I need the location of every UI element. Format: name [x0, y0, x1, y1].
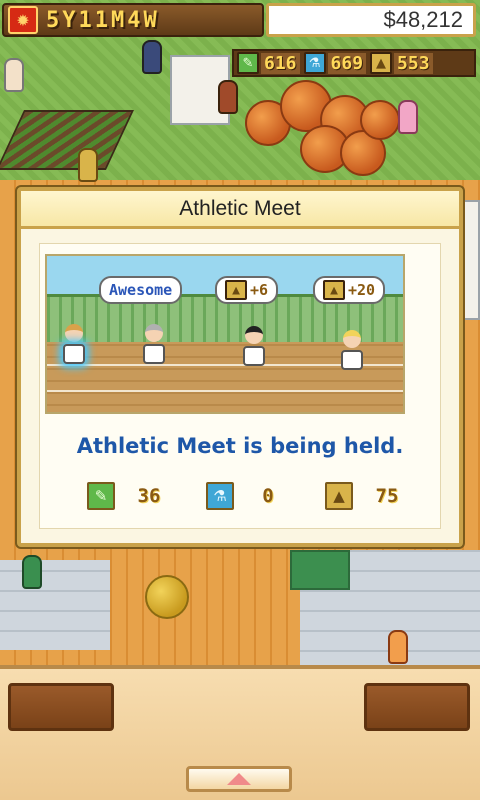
menu-toggle-button[interactable] — [186, 766, 292, 792]
resource-bar: ✎ 616 ⚗ 669 ▲ 553 — [232, 49, 476, 77]
character-sprite[interactable] — [22, 555, 42, 589]
bottom-panel — [0, 665, 480, 800]
event-scene-image: Awesome ▲ +6 ▲ +20 — [45, 254, 405, 414]
yellow-bush — [145, 575, 189, 619]
resource-value: 669 — [327, 52, 367, 74]
right-action-button[interactable] — [364, 683, 470, 731]
reward-brain: ▲ 75 — [325, 482, 407, 510]
track-lane-line — [47, 390, 403, 392]
resource-technique: ⚗ 669 — [303, 52, 367, 74]
reward-study: ✎ 36 — [87, 482, 169, 510]
character-sprite[interactable] — [142, 40, 162, 74]
character-sprite[interactable] — [388, 630, 408, 664]
bonus-bubble: ▲ +6 — [215, 276, 279, 304]
character-sprite[interactable] — [218, 80, 238, 114]
reward-value: 0 — [262, 485, 274, 507]
bubble-text: Awesome — [109, 281, 173, 299]
game-date: 5Y11M4W — [46, 7, 160, 33]
reward-row: ✎ 36 ⚗ 0 ▲ 75 — [87, 481, 407, 511]
bonus-value: +20 — [348, 281, 376, 299]
resource-brain: ▲ 553 — [370, 52, 433, 74]
speech-bubble: Awesome — [99, 276, 183, 304]
dialog-header: Athletic Meet — [21, 191, 459, 229]
resource-value: 553 — [394, 52, 433, 74]
flask-icon: ⚗ — [206, 482, 234, 510]
classroom-floor — [0, 560, 110, 650]
bonus-value: +6 — [250, 281, 269, 299]
date-panel: ✹ 5Y11M4W — [2, 3, 264, 37]
brain-icon: ▲ — [370, 52, 393, 74]
runner-sprite — [61, 324, 87, 368]
autumn-tree — [360, 100, 400, 140]
maple-leaf-icon: ✹ — [8, 6, 38, 34]
character-sprite[interactable] — [398, 100, 418, 134]
green-building — [290, 550, 350, 590]
dialog-title: Athletic Meet — [179, 196, 301, 220]
runner-sprite — [339, 330, 365, 374]
left-action-button[interactable] — [8, 683, 114, 731]
runner-sprite — [141, 324, 167, 368]
bonus-bubble: ▲ +20 — [313, 276, 386, 304]
reward-technique: ⚗ 0 — [206, 482, 288, 510]
event-message: Athletic Meet is being held. — [76, 434, 404, 458]
character-sprite[interactable] — [4, 58, 24, 92]
money-value: $48,212 — [383, 7, 463, 32]
resource-value: 616 — [261, 52, 300, 74]
runner-sprite — [241, 326, 267, 370]
resource-study: ✎ 616 — [237, 52, 300, 74]
event-dialog[interactable]: Athletic Meet Awesome ▲ +6 ▲ +20 Athleti… — [17, 187, 463, 547]
flask-icon: ⚗ — [303, 52, 326, 74]
character-sprite[interactable] — [78, 148, 98, 182]
brain-icon: ▲ — [225, 280, 247, 300]
pencil-icon: ✎ — [87, 482, 115, 510]
money-display: $48,212 — [266, 3, 476, 37]
arrow-up-icon — [227, 773, 251, 785]
pencil-icon: ✎ — [237, 52, 259, 74]
reward-value: 36 — [137, 485, 161, 507]
brain-icon: ▲ — [325, 482, 353, 510]
reward-value: 75 — [375, 485, 399, 507]
brain-icon: ▲ — [323, 280, 345, 300]
